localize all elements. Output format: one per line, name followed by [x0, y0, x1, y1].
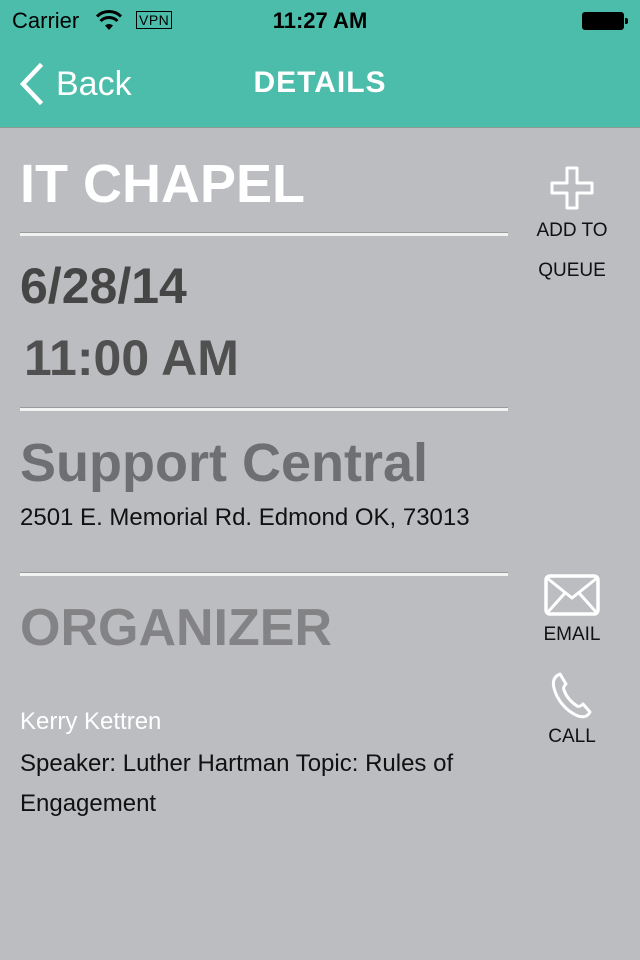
- add-to-queue-label-line2: QUEUE: [538, 260, 606, 281]
- email-button[interactable]: EMAIL: [517, 574, 627, 646]
- envelope-icon: [544, 574, 600, 616]
- status-clock: 11:27 AM: [272, 8, 368, 33]
- add-to-queue-label-line1: ADD TO: [536, 220, 608, 241]
- organizer-name: Kerry Kettren: [20, 708, 162, 735]
- phone-icon: [551, 672, 592, 719]
- divider: [20, 407, 508, 411]
- event-time: 11:00 AM: [24, 330, 239, 386]
- plus-icon: [550, 166, 594, 210]
- call-button[interactable]: CALL: [517, 670, 627, 748]
- divider: [20, 572, 508, 576]
- page-title: DETAILS: [253, 66, 387, 99]
- status-bar: Carrier VPN 11:27 AM: [0, 0, 640, 40]
- venue-name: Support Central: [20, 433, 429, 493]
- event-date: 6/28/14: [20, 258, 187, 314]
- navigation-header: Carrier VPN 11:27 AM Back DETAILS: [0, 0, 640, 128]
- divider: [20, 232, 508, 236]
- organizer-heading: ORGANIZER: [20, 599, 332, 657]
- event-title: IT CHAPEL: [20, 154, 306, 214]
- battery-icon: [582, 12, 628, 30]
- venue-address: 2501 E. Memorial Rd. Edmond OK, 73013: [20, 504, 470, 531]
- call-label: CALL: [548, 726, 596, 747]
- event-description: Speaker: Luther Hartman Topic: Rules of …: [20, 750, 454, 817]
- add-to-queue-button[interactable]: ADD TO QUEUE: [517, 165, 627, 291]
- email-label: EMAIL: [543, 624, 601, 645]
